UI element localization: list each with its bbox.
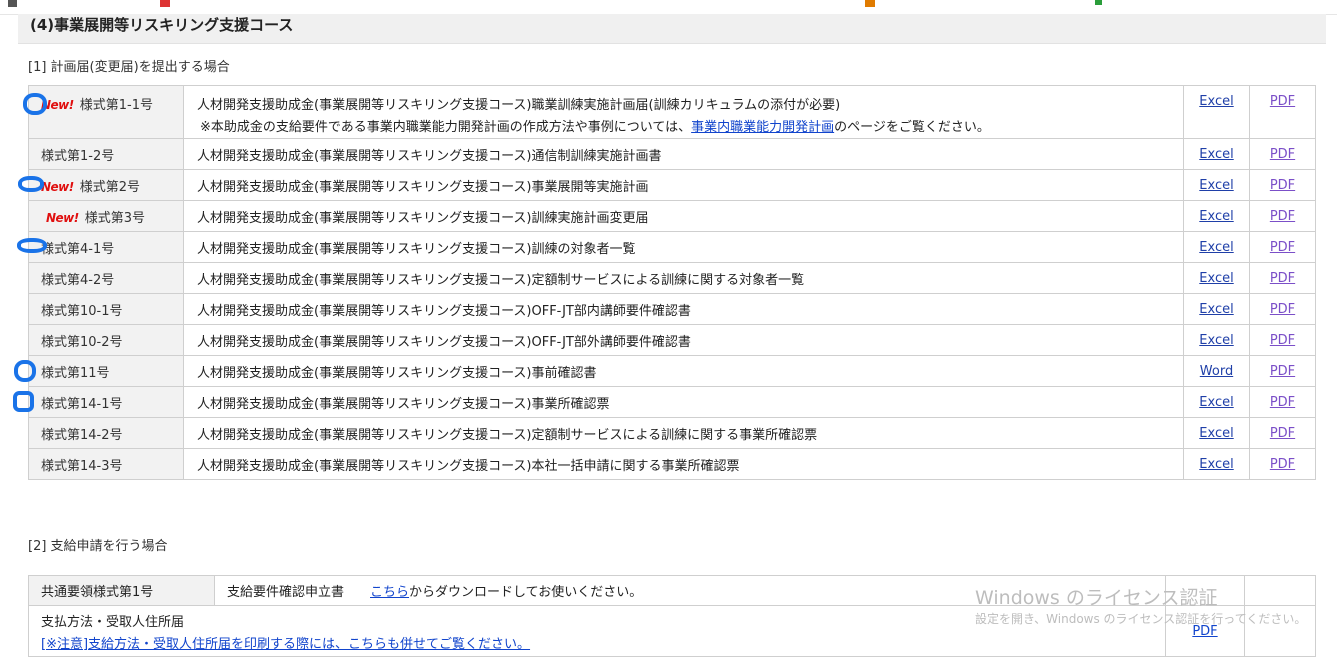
- table-row: 様式第1-2号 人材開発支援助成金(事業展開等リスキリング支援コース)通信制訓練…: [28, 138, 1316, 170]
- table-row: 様式第4-1号 人材開発支援助成金(事業展開等リスキリング支援コース)訓練の対象…: [28, 231, 1316, 263]
- form-code: 様式第14-2号: [28, 417, 184, 449]
- form-description: 人材開発支援助成金(事業展開等リスキリング支援コース)事業所確認票: [183, 386, 1184, 418]
- bookmark-icon[interactable]: [1095, 0, 1102, 5]
- form-code: 様式第14-1号: [28, 386, 184, 418]
- table-row: 様式第4-2号 人材開発支援助成金(事業展開等リスキリング支援コース)定額制サー…: [28, 262, 1316, 294]
- browser-bookmarks-bar: [0, 0, 1337, 15]
- new-badge: New!: [41, 179, 74, 194]
- pdf-link[interactable]: PDF: [1270, 94, 1295, 109]
- table-row: New! 様式第3号 人材開発支援助成金(事業展開等リスキリング支援コース)訓練実…: [28, 200, 1316, 232]
- table-row: 様式第11号 人材開発支援助成金(事業展開等リスキリング支援コース)事前確認書 …: [28, 355, 1316, 387]
- form-code: 様式第1-2号: [28, 138, 184, 170]
- empty-cell: [1244, 575, 1316, 606]
- excel-link[interactable]: Excel: [1199, 302, 1233, 317]
- annotation-circle: [14, 360, 36, 382]
- table-row: 様式第10-2号 人材開発支援助成金(事業展開等リスキリング支援コース)OFF-…: [28, 324, 1316, 356]
- table-row: 様式第14-3号 人材開発支援助成金(事業展開等リスキリング支援コース)本社一括…: [28, 448, 1316, 480]
- download-cell: Excel: [1183, 85, 1250, 139]
- form-description: 人材開発支援助成金(事業展開等リスキリング支援コース)定額制サービスによる訓練に…: [183, 417, 1184, 449]
- windows-activation-watermark-title: Windows のライセンス認証: [975, 587, 1218, 609]
- windows-activation-watermark-subtitle: 設定を開き、Windows のライセンス認証を行ってください。: [975, 612, 1307, 626]
- bookmark-icon[interactable]: [8, 0, 17, 7]
- form-description: 人材開発支援助成金(事業展開等リスキリング支援コース)OFF-JT部外講師要件確…: [183, 324, 1184, 356]
- section-title: (4)事業展開等リスキリング支援コース: [18, 14, 1326, 44]
- excel-link[interactable]: Excel: [1199, 426, 1233, 441]
- form-code-cell: New! 様式第1-1号: [28, 85, 184, 139]
- pdf-link[interactable]: PDF: [1270, 147, 1295, 162]
- download-instruction: からダウンロードしてお使いください。: [409, 585, 643, 600]
- form-code: 様式第4-1号: [28, 231, 184, 263]
- word-link[interactable]: Word: [1200, 364, 1233, 379]
- download-here-link[interactable]: こちら: [370, 585, 409, 600]
- form-code: 様式第1-1号: [79, 98, 153, 113]
- excel-link[interactable]: Excel: [1199, 395, 1233, 410]
- table-row: New! 様式第2号 人材開発支援助成金(事業展開等リスキリング支援コース)事業展…: [28, 169, 1316, 201]
- download-cell: PDF: [1249, 85, 1316, 139]
- part1-heading: [1] 計画届(変更届)を提出する場合: [28, 60, 230, 75]
- form-description: 人材開発支援助成金(事業展開等リスキリング支援コース)事前確認書: [183, 355, 1184, 387]
- pdf-link[interactable]: PDF: [1270, 240, 1295, 255]
- form-description: 人材開発支援助成金(事業展開等リスキリング支援コース)定額制サービスによる訓練に…: [183, 262, 1184, 294]
- excel-link[interactable]: Excel: [1199, 271, 1233, 286]
- pdf-link[interactable]: PDF: [1270, 395, 1295, 410]
- excel-link[interactable]: Excel: [1199, 209, 1233, 224]
- excel-link[interactable]: Excel: [1199, 240, 1233, 255]
- form-description: 人材開発支援助成金(事業展開等リスキリング支援コース)訓練実施計画変更届: [183, 200, 1184, 232]
- form-code: 様式第4-2号: [28, 262, 184, 294]
- excel-link[interactable]: Excel: [1199, 147, 1233, 162]
- pdf-link[interactable]: PDF: [1270, 457, 1295, 472]
- annotation-circle: [23, 93, 47, 115]
- form-description: 人材開発支援助成金(事業展開等リスキリング支援コース)本社一括申請に関する事業所…: [183, 448, 1184, 480]
- table-row: 様式第14-2号 人材開発支援助成金(事業展開等リスキリング支援コース)定額制サ…: [28, 417, 1316, 449]
- form-description: 人材開発支援助成金(事業展開等リスキリング支援コース)事業展開等実施計画: [183, 169, 1184, 201]
- form-description: 人材開発支援助成金(事業展開等リスキリング支援コース)職業訓練実施計画届(訓練カ…: [197, 98, 841, 113]
- pdf-link[interactable]: PDF: [1270, 302, 1295, 317]
- excel-link[interactable]: Excel: [1199, 457, 1233, 472]
- table-row: New! 様式第1-1号 人材開発支援助成金(事業展開等リスキリング支援コース)職…: [28, 85, 1316, 139]
- print-notice-link[interactable]: [※注意]支給方法・受取人住所届を印刷する際には、こちらも併せてご覧ください。: [41, 633, 530, 652]
- payment-form-code: 共通要領様式第1号: [28, 575, 215, 606]
- form-code-cell: New! 様式第3号: [28, 200, 184, 232]
- form-description-cell: 人材開発支援助成金(事業展開等リスキリング支援コース)職業訓練実施計画届(訓練カ…: [183, 85, 1184, 139]
- form-code: 様式第2号: [79, 179, 141, 195]
- pdf-link[interactable]: PDF: [1270, 271, 1295, 286]
- excel-link[interactable]: Excel: [1199, 94, 1233, 109]
- note-text: ※本助成金の支給要件である事業内職業能力開発計画の作成方法や事例については、: [200, 120, 692, 135]
- table-row: 様式第14-1号 人材開発支援助成金(事業展開等リスキリング支援コース)事業所確…: [28, 386, 1316, 418]
- annotation-circle: [17, 238, 47, 253]
- bookmark-icon[interactable]: [865, 0, 875, 7]
- new-badge: New!: [46, 210, 79, 225]
- excel-link[interactable]: Excel: [1199, 333, 1233, 348]
- form-code: 様式第10-2号: [28, 324, 184, 356]
- form-description: 人材開発支援助成金(事業展開等リスキリング支援コース)訓練の対象者一覧: [183, 231, 1184, 263]
- pdf-link[interactable]: PDF: [1270, 178, 1295, 193]
- table-row: 様式第10-1号 人材開発支援助成金(事業展開等リスキリング支援コース)OFF-…: [28, 293, 1316, 325]
- form-code: 様式第14-3号: [28, 448, 184, 480]
- annotation-circle: [13, 391, 34, 412]
- form-description: 人材開発支援助成金(事業展開等リスキリング支援コース)OFF-JT部内講師要件確…: [183, 293, 1184, 325]
- pdf-link[interactable]: PDF: [1270, 426, 1295, 441]
- pdf-link[interactable]: PDF: [1270, 333, 1295, 348]
- form-code: 様式第3号: [84, 210, 146, 226]
- pdf-link[interactable]: PDF: [1270, 209, 1295, 224]
- forms-table: New! 様式第1-1号 人材開発支援助成金(事業展開等リスキリング支援コース)職…: [28, 85, 1316, 480]
- form-code-cell: New! 様式第2号: [28, 169, 184, 201]
- payment-form-name: 支給要件確認申立書: [227, 585, 345, 600]
- bookmark-icon[interactable]: [160, 0, 170, 7]
- excel-link[interactable]: Excel: [1199, 178, 1233, 193]
- part2-heading: [2] 支給申請を行う場合: [28, 539, 168, 554]
- form-code: 様式第11号: [28, 355, 184, 387]
- note-text-suffix: のページをご覧ください。: [834, 120, 990, 135]
- form-description: 人材開発支援助成金(事業展開等リスキリング支援コース)通信制訓練実施計画書: [183, 138, 1184, 170]
- plan-page-link[interactable]: 事業内職業能力開発計画: [691, 120, 834, 135]
- annotation-circle: [18, 176, 44, 192]
- form-code: 様式第10-1号: [28, 293, 184, 325]
- pdf-link[interactable]: PDF: [1270, 364, 1295, 379]
- form-note: ※本助成金の支給要件である事業内職業能力開発計画の作成方法や事例については、事業…: [197, 116, 1183, 135]
